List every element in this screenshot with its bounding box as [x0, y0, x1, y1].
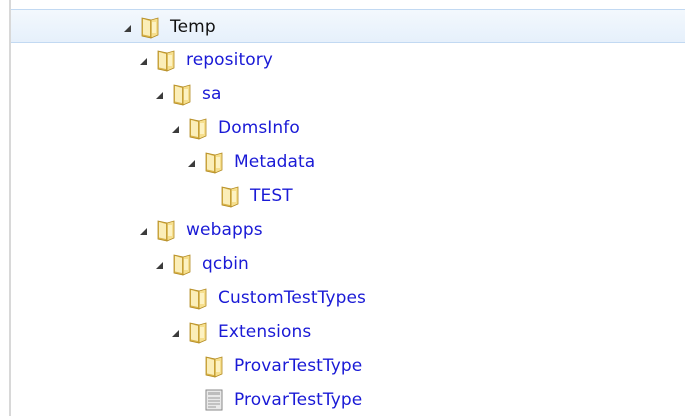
tree-node-label: repository	[186, 50, 273, 70]
tree-node-sa[interactable]: sa	[153, 77, 221, 111]
tree-node-label: ProvarTestType	[234, 356, 363, 376]
expand-collapse-toggle-icon[interactable]	[153, 88, 165, 100]
tree-row-customtesttypes[interactable]: CustomTestTypes	[11, 281, 685, 315]
tree-node-label: ProvarTestType	[234, 390, 363, 410]
folder-icon	[171, 82, 193, 106]
folder-icon	[203, 150, 225, 174]
tree-row-provartesttype-file[interactable]: ProvarTestType	[11, 383, 685, 416]
tree-row-metadata[interactable]: Metadata	[11, 145, 685, 179]
tree-node-label: Metadata	[234, 152, 316, 172]
folder-icon	[203, 354, 225, 378]
folder-icon	[171, 252, 193, 276]
folder-icon	[155, 48, 177, 72]
tree-node-domsinfo[interactable]: DomsInfo	[169, 111, 300, 145]
file-icon	[203, 388, 225, 412]
expand-collapse-toggle-icon[interactable]	[169, 326, 181, 338]
tree-row-webapps[interactable]: webapps	[11, 213, 685, 247]
folder-icon	[187, 116, 209, 140]
expand-collapse-toggle-icon[interactable]	[169, 122, 181, 134]
tree-row-extensions[interactable]: Extensions	[11, 315, 685, 349]
folder-icon	[187, 320, 209, 344]
tree-node-provartesttype-file[interactable]: ProvarTestType	[185, 383, 362, 416]
tree-node-label: sa	[202, 84, 222, 104]
tree-node-repository[interactable]: repository	[137, 43, 273, 77]
tree-row-temp[interactable]: Temp	[11, 9, 685, 43]
folder-icon	[187, 286, 209, 310]
tree-node-temp[interactable]: Temp	[121, 10, 216, 44]
tree-node-label: webapps	[186, 220, 263, 240]
tree-row-test[interactable]: TEST	[11, 179, 685, 213]
expand-collapse-toggle-icon[interactable]	[137, 54, 149, 66]
folder-icon	[139, 15, 161, 39]
tree-node-extensions[interactable]: Extensions	[169, 315, 311, 349]
tree-row-domsinfo[interactable]: DomsInfo	[11, 111, 685, 145]
folder-icon	[219, 184, 241, 208]
tree-node-qcbin[interactable]: qcbin	[153, 247, 249, 281]
tree-node-label: TEST	[250, 186, 293, 206]
tree-node-label: Temp	[170, 17, 216, 37]
tree-node-label: qcbin	[202, 254, 249, 274]
folder-icon	[155, 218, 177, 242]
tree-node-test[interactable]: TEST	[201, 179, 293, 213]
tree-node-label: CustomTestTypes	[218, 288, 367, 308]
tree-row-provartesttype-folder[interactable]: ProvarTestType	[11, 349, 685, 383]
expand-collapse-toggle-icon[interactable]	[153, 258, 165, 270]
tree-row-qcbin[interactable]: qcbin	[11, 247, 685, 281]
tree-node-label: Extensions	[218, 322, 312, 342]
expand-collapse-toggle-icon[interactable]	[121, 21, 133, 33]
tree-node-metadata[interactable]: Metadata	[185, 145, 315, 179]
tree-node-provartesttype-folder[interactable]: ProvarTestType	[185, 349, 362, 383]
expand-collapse-toggle-icon[interactable]	[185, 156, 197, 168]
tree-node-label: DomsInfo	[218, 118, 300, 138]
tree-row-sa[interactable]: sa	[11, 77, 685, 111]
expand-collapse-toggle-icon[interactable]	[137, 224, 149, 236]
tree-row-repository[interactable]: repository	[11, 43, 685, 77]
tree-node-customtesttypes[interactable]: CustomTestTypes	[169, 281, 366, 315]
tree-node-webapps[interactable]: webapps	[137, 213, 263, 247]
